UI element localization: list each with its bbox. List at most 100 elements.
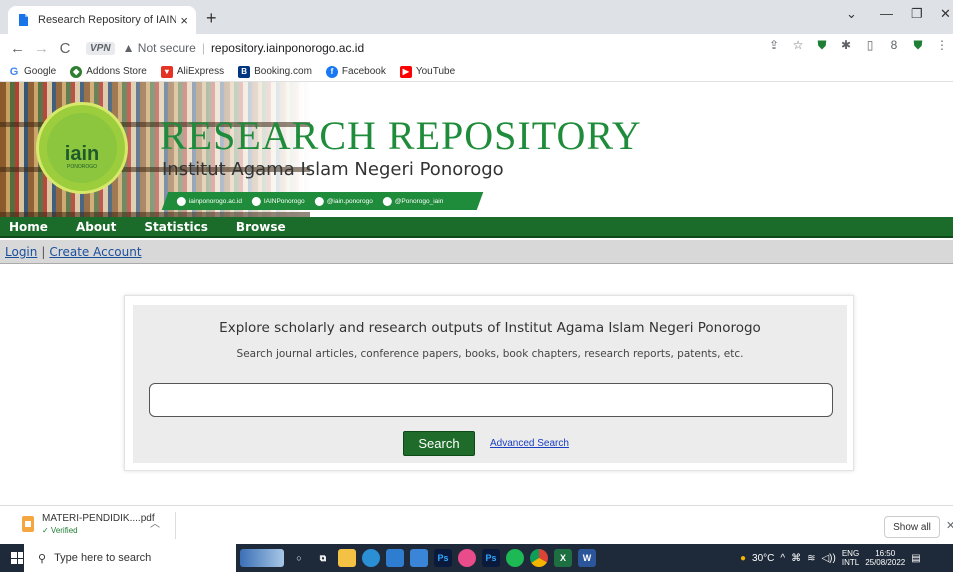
task-view-icon[interactable]: ⧉ — [314, 549, 332, 567]
search-input[interactable] — [149, 383, 833, 417]
photoshop-alt-icon[interactable]: Ps — [482, 549, 500, 567]
social-label: @iain.ponorogo — [326, 197, 373, 205]
close-window-button[interactable]: ✕ — [940, 6, 951, 22]
back-arrow-icon[interactable]: ← — [10, 40, 25, 57]
search-panel: Explore scholarly and research outputs o… — [124, 295, 854, 471]
tab-search-chevron-icon[interactable]: ⌄ — [846, 6, 857, 22]
cortana-icon[interactable]: ○ — [290, 549, 308, 567]
not-secure-label: Not secure — [137, 41, 196, 55]
store-icon[interactable] — [386, 549, 404, 567]
volume-icon[interactable]: ◁)) — [821, 553, 835, 564]
advanced-search-link[interactable]: Advanced Search — [490, 438, 569, 449]
social-instagram[interactable]: @iain.ponorogo — [314, 196, 373, 206]
close-download-shelf-icon[interactable]: ✕ — [946, 519, 953, 532]
clock-date: 25/08/2022 — [865, 558, 906, 567]
youtube-icon: ▶ — [399, 65, 412, 78]
bookmark-facebook[interactable]: f Facebook — [325, 65, 386, 78]
photoshop-icon[interactable]: Ps — [434, 549, 452, 567]
nav-statistics[interactable]: Statistics — [144, 220, 208, 234]
file-explorer-icon[interactable] — [338, 549, 356, 567]
windows-logo-icon — [11, 552, 23, 564]
tab-close-icon[interactable]: × — [180, 13, 188, 28]
bookmark-label: AliExpress — [176, 66, 225, 77]
bookmark-label: Google — [24, 66, 57, 77]
url-separator: | — [201, 41, 205, 55]
bookmark-google[interactable]: G Google — [8, 65, 57, 78]
maximize-button[interactable]: ❐ — [911, 6, 923, 22]
social-facebook[interactable]: IAINPonorogo — [252, 196, 305, 206]
news-weather-icon[interactable] — [240, 549, 284, 567]
iain-logo[interactable]: iain PONOROGO — [36, 102, 128, 194]
menu-icon[interactable]: ⋮ — [935, 38, 949, 52]
taskbar-search[interactable]: ⚲ Type here to search — [24, 544, 236, 572]
mail-icon[interactable] — [410, 549, 428, 567]
create-account-link[interactable]: Create Account — [49, 245, 141, 259]
excel-icon[interactable]: X — [554, 549, 572, 567]
weather-temp[interactable]: 30°C — [752, 553, 774, 564]
download-status: ✓ Verified — [42, 526, 78, 535]
download-shelf: MATERI-PENDIDIK....pdf ✓ Verified ︿ Show… — [0, 505, 953, 544]
taskbar-search-placeholder: Type here to search — [54, 552, 152, 564]
bookmark-label: Facebook — [341, 66, 386, 77]
banner-subtitle: Institut Agama Islam Negeri Ponorogo — [162, 159, 504, 180]
search-button[interactable]: Search — [403, 431, 475, 456]
bookmark-label: Booking.com — [254, 66, 312, 77]
social-links-strip: iainponorogo.ac.id IAINPonorogo @iain.po… — [161, 192, 484, 210]
network-icon[interactable]: ⌘ — [791, 553, 801, 564]
bookmark-aliexpress[interactable]: ▾ AliExpress — [160, 65, 225, 78]
bookmark-star-icon[interactable]: ☆ — [791, 38, 805, 52]
word-icon[interactable]: W — [578, 549, 596, 567]
wifi-icon[interactable]: ≋ — [807, 553, 815, 564]
bookmark-youtube[interactable]: ▶ YouTube — [399, 65, 455, 78]
forward-arrow-icon[interactable]: → — [34, 40, 49, 57]
nav-home[interactable]: Home — [9, 220, 48, 234]
show-all-button[interactable]: Show all — [884, 516, 940, 538]
login-link[interactable]: Login — [5, 245, 37, 259]
bookmark-addons-store[interactable]: ◆ Addons Store — [70, 65, 147, 78]
edge-icon[interactable] — [362, 549, 380, 567]
social-twitter[interactable]: @Ponorogo_iain — [382, 196, 444, 206]
notification-icon[interactable]: ▤ — [911, 553, 920, 564]
vpn-badge[interactable]: VPN — [86, 41, 115, 55]
profile-icon[interactable]: 8 — [887, 38, 901, 52]
language-indicator[interactable]: ENG INTL — [842, 549, 859, 567]
chrome-icon[interactable] — [530, 549, 548, 567]
browser-tab-active[interactable]: Research Repository of IAIN Pono × — [8, 6, 196, 34]
download-item[interactable]: MATERI-PENDIDIK....pdf ✓ Verified — [22, 513, 155, 535]
not-secure-warning[interactable]: ▲ Not secure — [123, 41, 196, 55]
windows-taskbar: ⚲ Type here to search ○ ⧉ Ps Ps X W ● 30… — [0, 544, 953, 572]
tray-overflow-icon[interactable]: ^ — [780, 553, 785, 564]
nav-browse[interactable]: Browse — [236, 220, 286, 234]
bookmark-booking[interactable]: B Booking.com — [238, 65, 312, 78]
vpn-app-icon[interactable] — [458, 549, 476, 567]
social-label: iainponorogo.ac.id — [189, 197, 243, 205]
weather-icon[interactable]: ● — [740, 553, 746, 564]
chevron-up-icon[interactable]: ︿ — [150, 515, 164, 530]
reload-icon[interactable]: C — [58, 40, 72, 57]
social-website[interactable]: iainponorogo.ac.id — [177, 196, 243, 206]
minimize-button[interactable]: — — [880, 6, 893, 21]
clock-time: 16:50 — [875, 549, 896, 558]
addons-store-icon: ◆ — [70, 65, 83, 78]
google-icon: G — [9, 65, 19, 78]
side-panel-icon[interactable]: ▯ — [863, 38, 877, 52]
clock[interactable]: 16:50 25/08/2022 — [865, 549, 905, 567]
download-info: MATERI-PENDIDIK....pdf ✓ Verified — [42, 513, 155, 535]
browser-toolbar: ← → C VPN ▲ Not secure | repository.iain… — [0, 34, 953, 62]
facebook-icon — [252, 196, 262, 206]
facebook-icon: f — [325, 65, 338, 78]
search-panel-inner: Explore scholarly and research outputs o… — [133, 305, 847, 463]
nav-about[interactable]: About — [76, 220, 116, 234]
security-extension-icon[interactable]: ⛊ — [911, 38, 925, 52]
lang-bottom: INTL — [841, 558, 860, 567]
address-bar[interactable]: VPN ▲ Not secure | repository.iainponoro… — [82, 37, 822, 59]
url-text[interactable]: repository.iainponorogo.ac.id — [211, 41, 364, 55]
extensions-puzzle-icon[interactable]: ✱ — [839, 38, 853, 52]
new-tab-button[interactable]: + — [206, 8, 217, 29]
extension-shield-icon[interactable]: ⛊ — [815, 38, 829, 52]
spotify-icon[interactable] — [506, 549, 524, 567]
search-icon: ⚲ — [38, 552, 47, 565]
share-icon[interactable]: ⇪ — [767, 38, 781, 52]
globe-icon — [177, 196, 186, 206]
lang-top: ENG — [841, 549, 860, 558]
